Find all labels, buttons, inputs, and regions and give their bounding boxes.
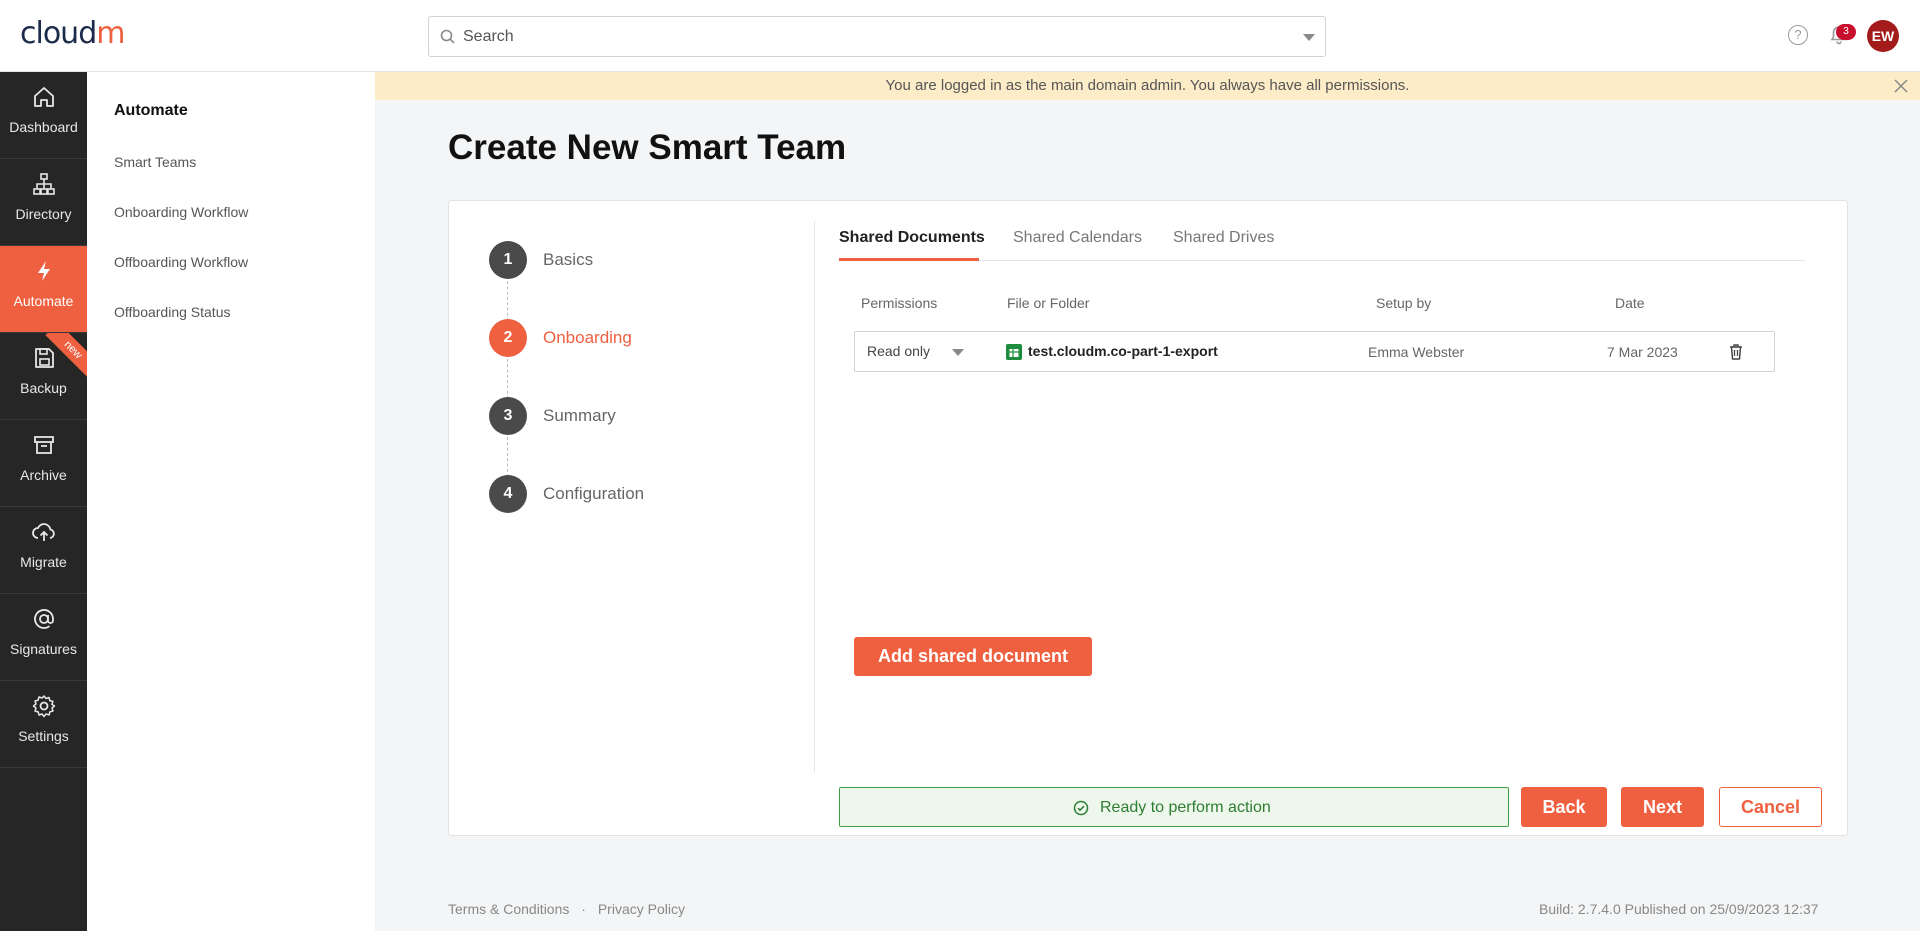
back-button[interactable]: Back xyxy=(1521,787,1607,827)
cancel-button[interactable]: Cancel xyxy=(1719,787,1822,827)
subnav-title: Automate xyxy=(114,102,188,119)
status-message: Ready to perform action xyxy=(839,787,1509,827)
wizard-card: 1 Basics 2 Onboarding 3 Summary 4 Config… xyxy=(448,200,1848,836)
logo-accent: m xyxy=(96,16,125,51)
column-header-permissions: Permissions xyxy=(861,295,938,311)
search-icon xyxy=(440,29,455,44)
home-icon xyxy=(34,87,54,107)
subnav-item-offboarding-workflow[interactable]: Offboarding Workflow xyxy=(114,254,248,270)
footer-separator: · xyxy=(581,901,586,917)
chevron-down-icon[interactable] xyxy=(952,349,964,356)
permission-select[interactable]: Read only xyxy=(867,343,930,359)
terms-link[interactable]: Terms & Conditions xyxy=(448,901,569,917)
divider xyxy=(814,221,815,773)
search-input[interactable] xyxy=(463,23,1283,51)
nav-backup[interactable]: new Backup xyxy=(0,333,87,420)
archive-box-icon xyxy=(34,436,54,454)
trash-icon[interactable] xyxy=(1728,343,1744,361)
subnav-item-smart-teams[interactable]: Smart Teams xyxy=(114,154,196,170)
nav-label: Archive xyxy=(20,467,67,483)
google-sheets-icon xyxy=(1006,344,1022,360)
automate-subnav: Automate Smart Teams Onboarding Workflow… xyxy=(87,72,375,931)
tab-shared-calendars[interactable]: Shared Calendars xyxy=(1013,229,1142,247)
tab-shared-drives[interactable]: Shared Drives xyxy=(1173,229,1274,247)
file-name: test.cloudm.co-part-1-export xyxy=(1028,343,1218,359)
step-connector xyxy=(507,281,508,321)
next-button[interactable]: Next xyxy=(1621,787,1704,827)
step-number: 3 xyxy=(489,397,527,435)
nav-label: Dashboard xyxy=(9,119,78,135)
privacy-link[interactable]: Privacy Policy xyxy=(598,901,685,917)
subnav-item-offboarding-status[interactable]: Offboarding Status xyxy=(114,304,230,320)
nav-label: Settings xyxy=(18,728,69,744)
step-label: Onboarding xyxy=(543,328,632,347)
build-info: Build: 2.7.4.0 Published on 25/09/2023 1… xyxy=(1539,901,1819,917)
nav-automate[interactable]: Automate xyxy=(0,246,87,333)
nav-archive[interactable]: Archive xyxy=(0,420,87,507)
table-row: Read only test.cloudm.co-part-1-export E… xyxy=(854,331,1775,372)
nav-directory[interactable]: Directory xyxy=(0,159,87,246)
check-circle-icon xyxy=(1073,800,1089,816)
page-title: Create New Smart Team xyxy=(448,128,847,167)
step-label: Summary xyxy=(543,406,616,425)
column-header-date: Date xyxy=(1615,295,1645,311)
column-header-setup-by: Setup by xyxy=(1376,295,1432,311)
step-label: Basics xyxy=(543,250,594,269)
nav-label: Backup xyxy=(20,380,67,396)
logo-text: cloud xyxy=(20,16,97,51)
step-number: 2 xyxy=(489,319,527,357)
close-icon[interactable] xyxy=(1892,77,1910,95)
cloud-upload-icon xyxy=(32,523,55,541)
help-icon[interactable]: ? xyxy=(1788,25,1808,45)
lightning-icon xyxy=(38,261,50,281)
notification-badge: 3 xyxy=(1836,24,1856,40)
status-text: Ready to perform action xyxy=(1100,799,1271,816)
user-avatar[interactable]: EW xyxy=(1867,20,1899,52)
gear-icon xyxy=(32,695,56,718)
step-connector xyxy=(507,437,508,477)
save-icon xyxy=(35,348,54,368)
nav-label: Directory xyxy=(15,206,72,222)
step-label: Configuration xyxy=(543,484,645,503)
org-chart-icon xyxy=(33,173,55,195)
nav-settings[interactable]: Settings xyxy=(0,681,87,768)
nav-migrate[interactable]: Migrate xyxy=(0,507,87,594)
search-box[interactable] xyxy=(428,16,1326,57)
setup-by: Emma Webster xyxy=(1368,344,1465,360)
tab-shared-documents[interactable]: Shared Documents xyxy=(839,229,985,247)
date-cell: 7 Mar 2023 xyxy=(1607,344,1678,360)
active-tab-indicator xyxy=(839,258,979,261)
admin-banner: You are logged in as the main domain adm… xyxy=(375,72,1920,100)
step-number: 1 xyxy=(489,241,527,279)
share-tabs: Shared Documents Shared Calendars Shared… xyxy=(839,221,1805,261)
add-shared-document-button[interactable]: Add shared document xyxy=(854,637,1092,676)
banner-text: You are logged in as the main domain adm… xyxy=(885,77,1410,94)
at-sign-icon xyxy=(34,609,54,629)
subnav-item-onboarding-workflow[interactable]: Onboarding Workflow xyxy=(114,204,248,220)
nav-dashboard[interactable]: Dashboard xyxy=(0,72,87,159)
column-header-file: File or Folder xyxy=(1007,295,1090,311)
top-bar: cloudm ? 3 EW xyxy=(0,0,1920,72)
step-connector xyxy=(507,359,508,399)
cloudm-logo[interactable]: cloudm xyxy=(20,16,125,51)
nav-label: Migrate xyxy=(20,554,67,570)
nav-label: Signatures xyxy=(10,641,77,657)
search-dropdown-icon[interactable] xyxy=(1303,34,1315,41)
nav-signatures[interactable]: Signatures xyxy=(0,594,87,681)
nav-label: Automate xyxy=(13,293,74,309)
step-number: 4 xyxy=(489,475,527,513)
main-nav-rail: Dashboard Directory Automate new Backup … xyxy=(0,72,87,931)
footer-links: Terms & Conditions · Privacy Policy xyxy=(448,901,685,917)
